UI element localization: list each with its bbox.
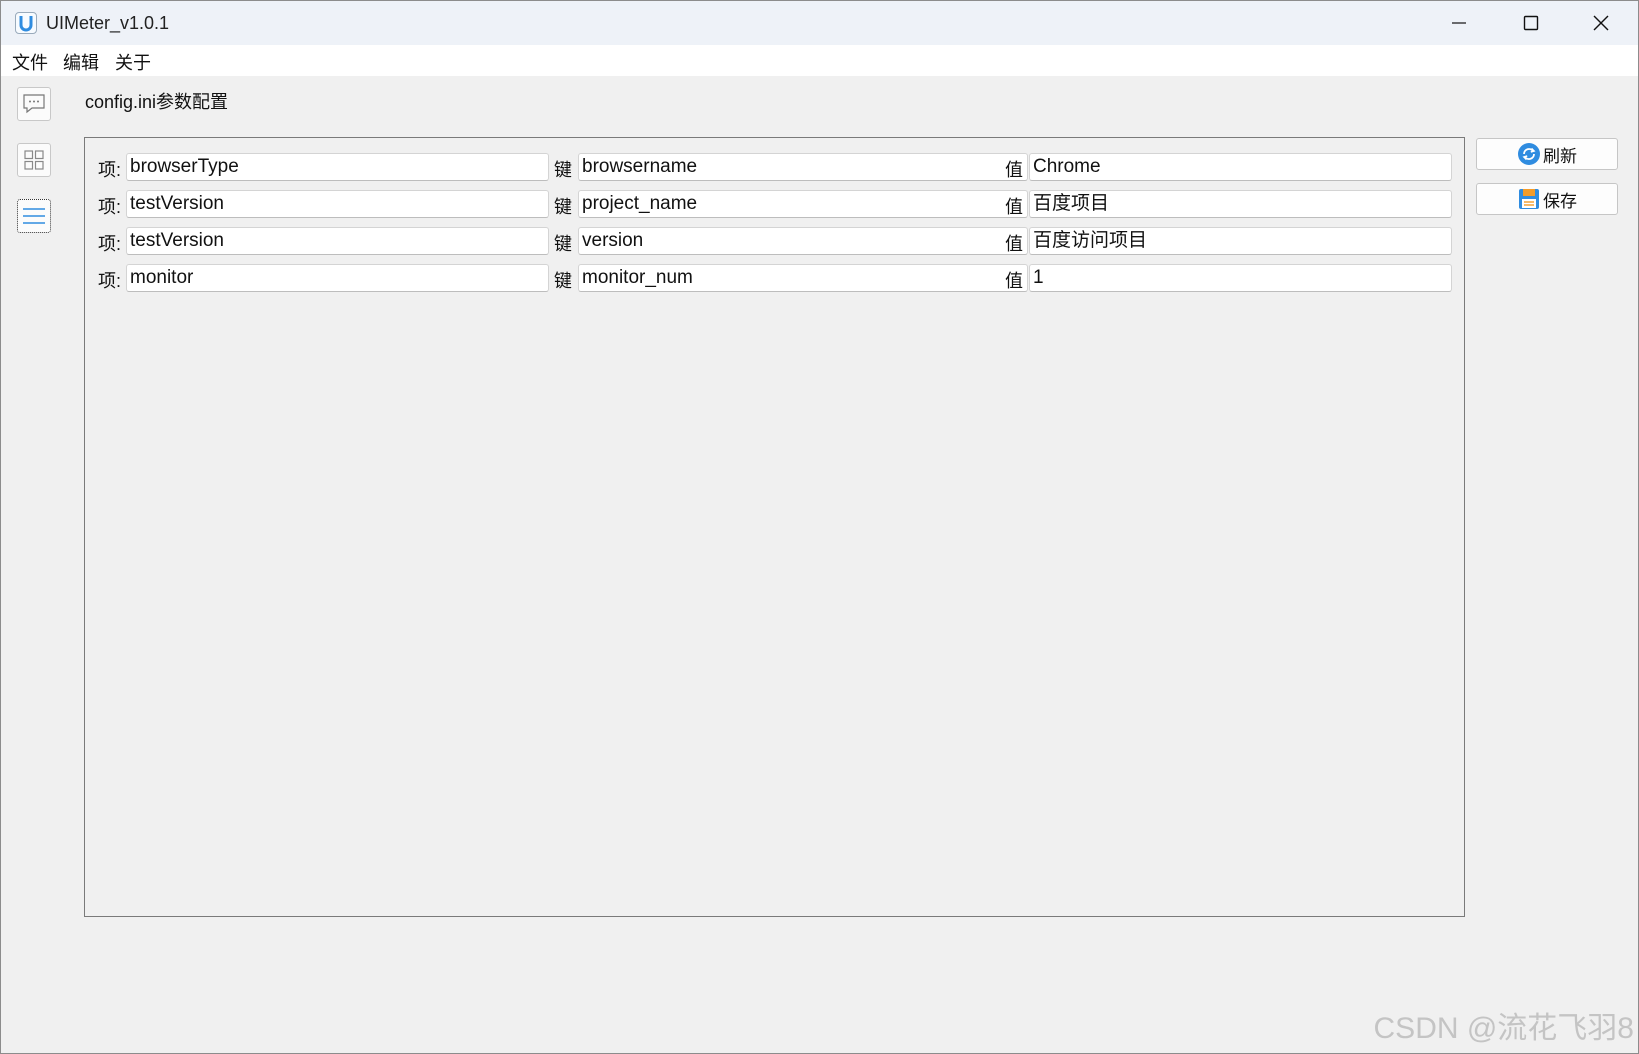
config-panel: 项: browserType 键 browsername 值 Chrome 项:… bbox=[84, 137, 1465, 917]
page-title: config.ini参数配置 bbox=[85, 92, 229, 112]
section-label: 项: bbox=[98, 197, 122, 217]
menu-file[interactable]: 文件 bbox=[10, 49, 50, 75]
value-input[interactable]: 百度访问项目 bbox=[1029, 227, 1452, 255]
maximize-icon bbox=[1523, 15, 1539, 31]
app-window: UIMeter_v1.0.1 文件 编辑 关于 config.ini参数配置 项… bbox=[0, 0, 1639, 1054]
value-input[interactable]: Chrome bbox=[1029, 153, 1452, 181]
config-row: 项: testVersion 键 project_name 值 百度项目 bbox=[85, 190, 1464, 218]
config-row: 项: browserType 键 browsername 值 Chrome bbox=[85, 153, 1464, 181]
title-bar[interactable]: UIMeter_v1.0.1 bbox=[1, 1, 1638, 45]
app-logo-icon bbox=[15, 12, 37, 34]
grid-icon bbox=[24, 150, 44, 170]
menu-edit[interactable]: 编辑 bbox=[61, 49, 101, 75]
config-row: 项: monitor 键 monitor_num 值 1 bbox=[85, 264, 1464, 292]
key-label: 键 bbox=[554, 234, 572, 254]
section-input[interactable]: testVersion bbox=[126, 227, 549, 255]
sidebar-item-config[interactable] bbox=[17, 199, 51, 233]
refresh-label: 刷新 bbox=[1543, 146, 1577, 166]
minimize-icon bbox=[1452, 22, 1466, 24]
window-title: UIMeter_v1.0.1 bbox=[46, 13, 170, 33]
value-label: 值 bbox=[1005, 160, 1023, 180]
section-label: 项: bbox=[98, 160, 122, 180]
value-label: 值 bbox=[1005, 271, 1023, 291]
key-input[interactable]: version bbox=[578, 227, 1028, 255]
key-input[interactable]: project_name bbox=[578, 190, 1028, 218]
value-input[interactable]: 1 bbox=[1029, 264, 1452, 292]
save-label: 保存 bbox=[1543, 191, 1577, 211]
close-icon bbox=[1593, 15, 1609, 31]
key-label: 键 bbox=[554, 271, 572, 291]
key-input[interactable]: monitor_num bbox=[578, 264, 1028, 292]
save-icon bbox=[1517, 187, 1541, 211]
value-label: 值 bbox=[1005, 197, 1023, 217]
key-input[interactable]: browsername bbox=[578, 153, 1028, 181]
watermark: CSDN @流花飞羽8 bbox=[1373, 1012, 1634, 1045]
chat-bubble-icon bbox=[23, 94, 45, 114]
value-input[interactable]: 百度项目 bbox=[1029, 190, 1452, 218]
maximize-button[interactable] bbox=[1497, 1, 1565, 45]
minimize-button[interactable] bbox=[1425, 1, 1493, 45]
sidebar-item-dashboard[interactable] bbox=[17, 143, 51, 177]
section-input[interactable]: monitor bbox=[126, 264, 549, 292]
value-label: 值 bbox=[1005, 234, 1023, 254]
close-button[interactable] bbox=[1567, 1, 1635, 45]
list-icon bbox=[23, 208, 45, 224]
config-row: 项: testVersion 键 version 值 百度访问项目 bbox=[85, 227, 1464, 255]
menu-about[interactable]: 关于 bbox=[113, 49, 153, 75]
section-input[interactable]: testVersion bbox=[126, 190, 549, 218]
sidebar-item-messages[interactable] bbox=[17, 87, 51, 121]
refresh-icon bbox=[1517, 142, 1541, 166]
key-label: 键 bbox=[554, 197, 572, 217]
section-label: 项: bbox=[98, 234, 122, 254]
menu-bar: 文件 编辑 关于 bbox=[1, 45, 1638, 76]
save-button[interactable]: 保存 bbox=[1476, 183, 1618, 215]
refresh-button[interactable]: 刷新 bbox=[1476, 138, 1618, 170]
section-label: 项: bbox=[98, 271, 122, 291]
key-label: 键 bbox=[554, 160, 572, 180]
section-input[interactable]: browserType bbox=[126, 153, 549, 181]
